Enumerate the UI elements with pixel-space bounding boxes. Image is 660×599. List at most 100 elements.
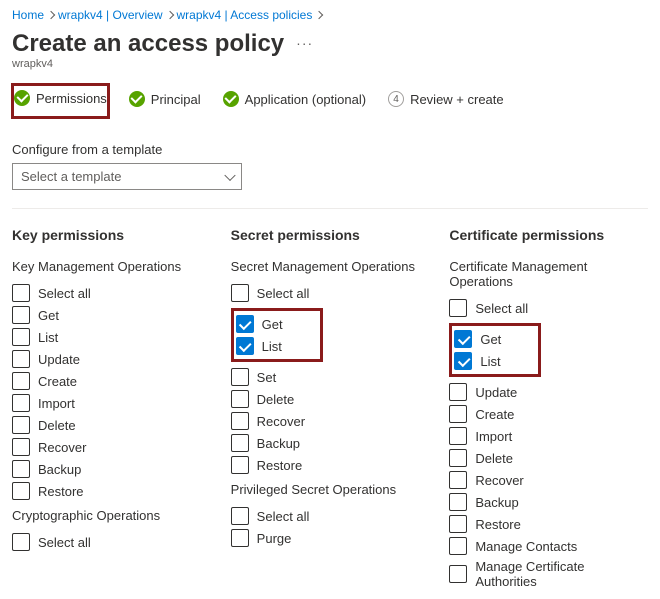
checkbox-icon xyxy=(231,529,249,547)
checkbox-icon xyxy=(449,383,467,401)
checkbox-icon xyxy=(231,284,249,302)
checkbox-label: Backup xyxy=(257,436,300,451)
page-subtitle: wrapkv4 xyxy=(12,58,648,70)
permission-checkbox[interactable]: Manage Certificate Authorities xyxy=(449,557,648,591)
checkbox-label: Backup xyxy=(475,495,518,510)
permission-checkbox[interactable]: Backup xyxy=(449,491,648,513)
permission-checkbox[interactable]: Set xyxy=(231,366,430,388)
permission-checkbox[interactable]: Import xyxy=(12,392,211,414)
checkbox-icon xyxy=(231,507,249,525)
check-circle-icon xyxy=(129,91,145,107)
permission-checkbox[interactable]: Restore xyxy=(231,454,430,476)
checkbox-label: Set xyxy=(257,370,277,385)
checkbox-icon xyxy=(12,533,30,551)
breadcrumb-link[interactable]: Home xyxy=(12,8,44,22)
template-label: Configure from a template xyxy=(12,142,648,157)
group-title: Cryptographic Operations xyxy=(12,508,211,523)
highlight-box: Get List xyxy=(231,308,323,362)
checkbox-icon xyxy=(12,284,30,302)
permissions-column: Certificate permissionsCertificate Manag… xyxy=(449,227,648,591)
permission-checkbox[interactable]: Delete xyxy=(231,388,430,410)
wizard-step-label: Review + create xyxy=(410,92,504,107)
checkbox-icon xyxy=(449,427,467,445)
wizard-step[interactable]: Principal xyxy=(127,85,203,117)
permission-checkbox[interactable]: Backup xyxy=(12,458,211,480)
permission-checkbox[interactable]: List xyxy=(236,335,316,357)
wizard-step[interactable]: Permissions xyxy=(12,84,109,118)
checkbox-icon xyxy=(12,306,30,324)
checkbox-icon xyxy=(12,394,30,412)
column-title: Secret permissions xyxy=(231,227,430,243)
checkbox-icon xyxy=(231,456,249,474)
check-circle-icon xyxy=(14,90,30,106)
checkbox-label: Select all xyxy=(257,286,310,301)
checkbox-label: Select all xyxy=(38,535,91,550)
checkbox-label: Backup xyxy=(38,462,81,477)
checkbox-label: Delete xyxy=(475,451,513,466)
permission-checkbox[interactable]: List xyxy=(454,350,534,372)
template-select-value[interactable]: Select a template xyxy=(12,163,242,190)
permission-checkbox[interactable]: Update xyxy=(12,348,211,370)
wizard-step[interactable]: 4Review + create xyxy=(386,85,506,117)
checkbox-label: Delete xyxy=(257,392,295,407)
checkbox-icon xyxy=(449,449,467,467)
permission-checkbox[interactable]: Get xyxy=(454,328,534,350)
more-icon[interactable]: ··· xyxy=(296,35,313,51)
checkbox-icon xyxy=(12,482,30,500)
permission-checkbox[interactable]: Get xyxy=(12,304,211,326)
checkbox-icon xyxy=(449,565,467,583)
checkbox-icon xyxy=(449,471,467,489)
permission-checkbox[interactable]: Import xyxy=(449,425,648,447)
checkbox-label: Manage Contacts xyxy=(475,539,577,554)
checkbox-icon xyxy=(12,328,30,346)
wizard-step-label: Application (optional) xyxy=(245,92,366,107)
checkbox-icon xyxy=(231,434,249,452)
wizard-step-label: Principal xyxy=(151,92,201,107)
template-select[interactable]: Select a template xyxy=(12,163,242,190)
checkbox-label: List xyxy=(38,330,58,345)
checkbox-label: Recover xyxy=(257,414,305,429)
permission-checkbox[interactable]: Create xyxy=(449,403,648,425)
permission-checkbox[interactable]: List xyxy=(12,326,211,348)
checkbox-icon xyxy=(454,352,472,370)
permission-checkbox[interactable]: Get xyxy=(236,313,316,335)
permission-checkbox[interactable]: Manage Contacts xyxy=(449,535,648,557)
permission-checkbox[interactable]: Purge xyxy=(231,527,430,549)
checkbox-label: Select all xyxy=(38,286,91,301)
checkbox-label: Select all xyxy=(475,301,528,316)
checkbox-label: Recover xyxy=(475,473,523,488)
select-all-checkbox[interactable]: Select all xyxy=(231,505,430,527)
wizard-step-label: Permissions xyxy=(36,91,107,106)
permission-checkbox[interactable]: Recover xyxy=(231,410,430,432)
permission-checkbox[interactable]: Create xyxy=(12,370,211,392)
permission-checkbox[interactable]: Delete xyxy=(449,447,648,469)
permission-checkbox[interactable]: Restore xyxy=(449,513,648,535)
checkbox-icon xyxy=(449,493,467,511)
checkbox-icon xyxy=(12,350,30,368)
checkbox-label: Create xyxy=(475,407,514,422)
permissions-columns: Key permissionsKey Management Operations… xyxy=(12,227,648,591)
column-title: Key permissions xyxy=(12,227,211,243)
checkbox-icon xyxy=(231,412,249,430)
checkbox-label: Get xyxy=(480,332,501,347)
checkbox-label: Update xyxy=(38,352,80,367)
checkbox-icon xyxy=(454,330,472,348)
permission-checkbox[interactable]: Backup xyxy=(231,432,430,454)
wizard-step[interactable]: Application (optional) xyxy=(221,85,368,117)
checkbox-label: Restore xyxy=(38,484,84,499)
breadcrumb-link[interactable]: wrapkv4 | Access policies xyxy=(177,8,313,22)
permission-checkbox[interactable]: Recover xyxy=(12,436,211,458)
select-all-checkbox[interactable]: Select all xyxy=(231,282,430,304)
select-all-checkbox[interactable]: Select all xyxy=(449,297,648,319)
breadcrumb-link[interactable]: wrapkv4 | Overview xyxy=(58,8,162,22)
permission-checkbox[interactable]: Update xyxy=(449,381,648,403)
permission-checkbox[interactable]: Delete xyxy=(12,414,211,436)
breadcrumb: Home wrapkv4 | Overview wrapkv4 | Access p… xyxy=(12,8,648,22)
permission-checkbox[interactable]: Restore xyxy=(12,480,211,502)
checkbox-label: Recover xyxy=(38,440,86,455)
checkbox-label: Get xyxy=(262,317,283,332)
checkbox-label: Manage Certificate Authorities xyxy=(475,559,648,589)
select-all-checkbox[interactable]: Select all xyxy=(12,282,211,304)
permission-checkbox[interactable]: Recover xyxy=(449,469,648,491)
select-all-checkbox[interactable]: Select all xyxy=(12,531,211,553)
